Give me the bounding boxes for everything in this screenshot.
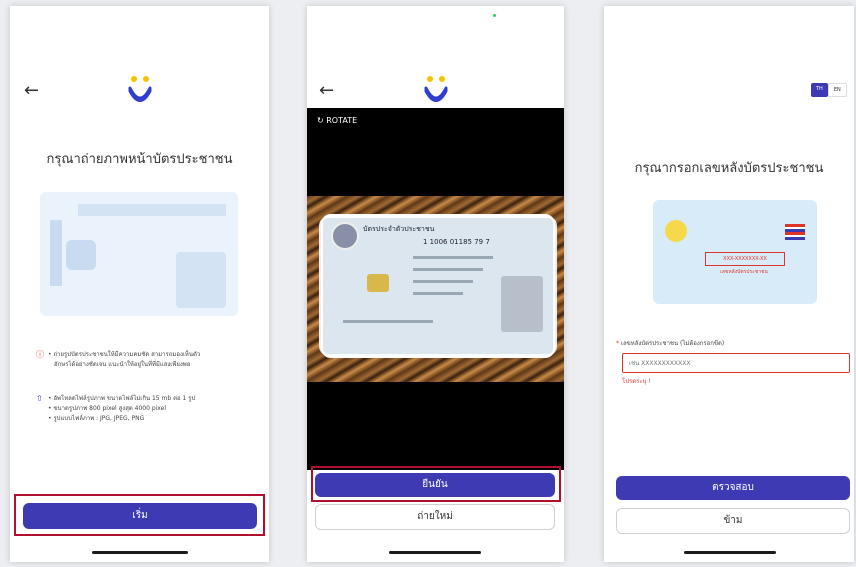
status-bar — [10, 6, 269, 62]
page-title: กรุณาถ่ายภาพหน้าบัตรประชาชน — [46, 152, 233, 167]
app-logo-icon — [128, 76, 152, 102]
instruction-upload: ⇧ • อัพโหลดไฟล์รูปภาพ ขนาดไฟล์ไม่เกิน 15… — [36, 394, 196, 422]
status-bar — [307, 6, 564, 62]
home-indicator — [92, 551, 188, 554]
verify-button[interactable]: ตรวจสอบ — [616, 476, 850, 500]
field-label: * เลขหลังบัตรประชาชน (ไม่ต้องกรอกขีด) — [616, 340, 725, 347]
home-indicator — [684, 551, 776, 554]
app-logo-icon — [424, 76, 448, 102]
crop-frame — [319, 216, 557, 356]
flag-icon — [785, 224, 805, 240]
id-card-illustration — [40, 192, 238, 316]
instruction-clarity: ⓘ • ถ่ายรูปบัตรประชาชนให้มีความคมชัด สาม… — [36, 350, 201, 368]
id-card-back-illustration: XXX-XXXXXXX-XX เลขหลังบัตรประชาชน — [653, 200, 817, 304]
card-caption: เลขหลังบัตรประชาชน — [720, 269, 768, 275]
field-error: โปรดระบุ ! — [622, 378, 651, 385]
screen-capture-front-id: ← กรุณาถ่ายภาพหน้าบัตรประชาชน ⓘ • ถ่ายรู… — [10, 6, 269, 562]
language-switch: TH EN — [811, 83, 847, 97]
laser-code-input[interactable] — [622, 353, 850, 373]
screen-preview-id: ← ↻ ROTATE บัตรประจำตัวประชาชน 1 1006 01… — [307, 6, 564, 562]
retake-button[interactable]: ถ่ายใหม่ — [315, 504, 555, 530]
status-bar — [604, 6, 854, 62]
screen-enter-laser-code: TH EN กรุณากรอกเลขหลังบัตรประชาชน XXX-XX… — [604, 6, 854, 562]
rotate-icon: ↻ — [317, 116, 324, 125]
back-arrow-icon[interactable]: ← — [319, 80, 334, 101]
lang-en-button[interactable]: EN — [827, 83, 847, 97]
rotate-control[interactable]: ↻ ROTATE — [317, 116, 357, 125]
upload-icon: ⇧ — [36, 394, 43, 403]
camera-preview: ↻ ROTATE บัตรประจำตัวประชาชน 1 1006 0118… — [307, 108, 564, 470]
home-indicator — [389, 551, 481, 554]
alert-circle-icon: ⓘ — [36, 350, 44, 359]
chip-icon — [665, 220, 687, 242]
start-button[interactable]: เริ่ม — [23, 503, 257, 529]
lang-th-button[interactable]: TH — [811, 83, 828, 97]
page-title: กรุณากรอกเลขหลังบัตรประชาชน — [634, 161, 824, 176]
back-arrow-icon[interactable]: ← — [24, 80, 39, 101]
camera-indicator-icon — [493, 14, 496, 17]
card-code-box: XXX-XXXXXXX-XX — [705, 252, 785, 266]
skip-button[interactable]: ข้าม — [616, 508, 850, 534]
confirm-button[interactable]: ยืนยัน — [315, 473, 555, 497]
